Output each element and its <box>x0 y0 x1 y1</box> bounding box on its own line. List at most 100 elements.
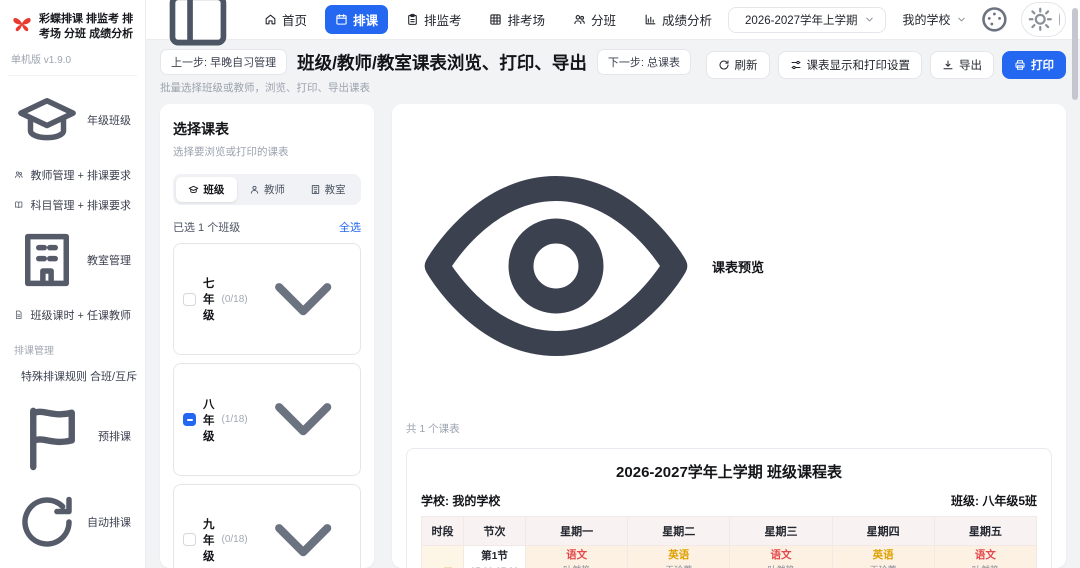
topbar: 首页 排课 排监考 排考场 分班 成绩分析 2026-2027学年上学期 我的学校 <box>146 0 1080 45</box>
hat-icon <box>14 87 80 153</box>
tab-教师[interactable]: 教师 <box>237 177 298 202</box>
grade-row[interactable]: 九年级 (0/18) <box>173 483 361 568</box>
grade-label: 九年级 <box>203 518 215 563</box>
sidebar-item[interactable]: 年级班级 <box>8 81 137 159</box>
action-button[interactable]: 导出 <box>930 51 994 79</box>
selected-count: 已选 1 个班级 <box>173 222 241 234</box>
panels: 选择课表 选择要浏览或打印的课表 班级 教师 教室 已选 1 个班级 全选 七年级 (… <box>160 104 1066 568</box>
flag-icon <box>14 398 91 475</box>
sidebar-item[interactable]: 科目管理 + 排课要求 <box>8 191 137 219</box>
grade-count: (0/18) <box>221 534 248 546</box>
topnav-item[interactable]: 成绩分析 <box>634 5 722 34</box>
page-title: 班级/教师/教室课表浏览、打印、导出 <box>297 52 587 73</box>
tt-header: 时段 <box>421 516 464 546</box>
sidebar-item-label: 预排课 <box>98 431 131 444</box>
account-menu[interactable]: 我的学校 <box>898 11 967 28</box>
grade-row[interactable]: 七年级 (0/18) <box>173 243 361 356</box>
select-panel-title: 选择课表 <box>173 121 229 137</box>
tt-cell[interactable]: 语文叶然艳 <box>933 545 1038 568</box>
sidebar-item[interactable]: 自动排课 <box>8 483 137 561</box>
scope-tabs: 班级 教师 教室 <box>173 174 361 205</box>
dark-mode-toggle[interactable] <box>1021 2 1066 37</box>
timetable-class: 班级: 八年级5班 <box>950 494 1037 508</box>
topnav-item[interactable]: 首页 <box>254 5 317 34</box>
tt-header: 星期三 <box>729 516 833 546</box>
tt-cell[interactable]: 英语王玲萱 <box>627 545 731 568</box>
user-icon <box>249 184 260 195</box>
building-icon <box>310 184 321 195</box>
sidebar-item-label: 自动排课 <box>87 516 131 529</box>
sidebar-item-label: 班级课时 + 任课教师 <box>30 309 131 322</box>
preview-title: 课表预览 <box>712 259 765 275</box>
topnav: 首页 排课 排监考 排考场 分班 成绩分析 <box>254 5 722 34</box>
topnav-item[interactable]: 排监考 <box>396 5 472 34</box>
sidebar: 彩蝶排课 排监考 排考场 分班 成绩分析 单机版 v1.9.0 年级班级 教师管理… <box>0 0 146 568</box>
toggle-knob <box>1058 13 1060 26</box>
tt-cell[interactable]: 语文叶然艳 <box>729 545 833 568</box>
topnav-item[interactable]: 分班 <box>563 5 626 34</box>
clipboard-icon <box>406 13 419 26</box>
grade-count: (1/18) <box>221 414 248 426</box>
prev-step-button[interactable]: 上一步: 早晚自习管理 <box>160 49 288 75</box>
print-button[interactable]: 打印 <box>1002 51 1066 79</box>
next-step-button[interactable]: 下一步: 总课表 <box>596 49 691 75</box>
sliders-icon <box>790 59 802 71</box>
sidebar-item-label: 教师管理 + 排课要求 <box>30 169 131 182</box>
topnav-label: 排考场 <box>507 14 545 28</box>
tt-cell[interactable]: 语文叶然艳 <box>524 545 629 568</box>
building-icon <box>14 227 80 293</box>
book-icon <box>14 200 23 209</box>
action-label: 刷新 <box>734 60 758 72</box>
tab-label: 教室 <box>324 184 346 196</box>
topnav-item[interactable]: 排考场 <box>479 5 555 34</box>
scrollbar-thumb[interactable] <box>1072 8 1078 100</box>
sidebar-item[interactable]: 调课管理 <box>8 563 137 568</box>
grade-checkbox[interactable] <box>183 533 196 547</box>
select-timetable-panel: 选择课表 选择要浏览或打印的课表 班级 教师 教室 已选 1 个班级 全选 七年级 (… <box>160 104 374 568</box>
select-all-link[interactable]: 全选 <box>339 219 361 235</box>
grade-label: 七年级 <box>203 278 215 323</box>
users-icon <box>14 170 23 179</box>
sun-icon <box>1027 6 1054 33</box>
tt-subject: 英语 <box>668 549 690 562</box>
tt-teacher: 王玲萱 <box>630 563 727 568</box>
tt-subject: 英语 <box>872 549 894 562</box>
home-icon <box>264 13 277 26</box>
grade-checkbox[interactable] <box>183 413 196 427</box>
main: 首页 排课 排监考 排考场 分班 成绩分析 2026-2027学年上学期 我的学校 <box>146 0 1080 568</box>
topnav-item[interactable]: 排课 <box>324 5 388 34</box>
tt-header: 星期四 <box>831 516 935 546</box>
sidebar-item[interactable]: 班级课时 + 任课教师 <box>8 301 137 329</box>
grid-icon <box>489 13 502 26</box>
tt-subject: 语文 <box>974 549 996 562</box>
tt-teacher: 叶然艳 <box>937 563 1034 568</box>
topnav-label: 成绩分析 <box>662 14 713 28</box>
grade-list: 七年级 (0/18) 八年级 (1/18) 九年级 (0/18) <box>173 243 361 568</box>
theme-palette-icon[interactable] <box>979 4 1010 35</box>
action-button[interactable]: 刷新 <box>705 51 770 79</box>
tab-班级[interactable]: 班级 <box>176 177 237 202</box>
action-label: 导出 <box>959 60 982 72</box>
sidebar-item[interactable]: 特殊排课规则 合班/互斥.. <box>8 362 137 390</box>
stats-icon <box>644 13 657 26</box>
grade-checkbox[interactable] <box>183 292 196 306</box>
sidebar-item-label: 年级班级 <box>87 114 131 127</box>
chevron-down-icon <box>255 251 351 347</box>
sidebar-item[interactable]: 教师管理 + 排课要求 <box>8 161 137 189</box>
tab-教室[interactable]: 教室 <box>297 177 358 202</box>
hat-icon <box>188 184 199 195</box>
sidebar-item[interactable]: 预排课 <box>8 392 137 481</box>
action-button[interactable]: 课表显示和打印设置 <box>777 51 922 79</box>
sidebar-item[interactable]: 教室管理 <box>8 221 137 299</box>
grade-row[interactable]: 八年级 (1/18) <box>173 363 361 476</box>
sidebar-nav: 年级班级教师管理 + 排课要求科目管理 + 排课要求教室管理班级课时 + 任课教… <box>8 81 137 568</box>
tt-teacher: 王玲萱 <box>835 563 932 568</box>
sidebar-item-label: 教室管理 <box>87 254 131 267</box>
brand: 彩蝶排课 排监考 排考场 分班 成绩分析 <box>8 10 137 44</box>
tt-cell[interactable]: 英语王玲萱 <box>831 545 935 568</box>
topnav-label: 首页 <box>281 14 307 28</box>
sidebar-item-label: 特殊排课规则 合班/互斥.. <box>21 370 137 383</box>
term-selector[interactable]: 2026-2027学年上学期 <box>728 6 886 33</box>
chevron-down-icon <box>255 371 351 467</box>
timetable-title: 2026-2027学年上学期 班级课程表 <box>616 464 842 481</box>
